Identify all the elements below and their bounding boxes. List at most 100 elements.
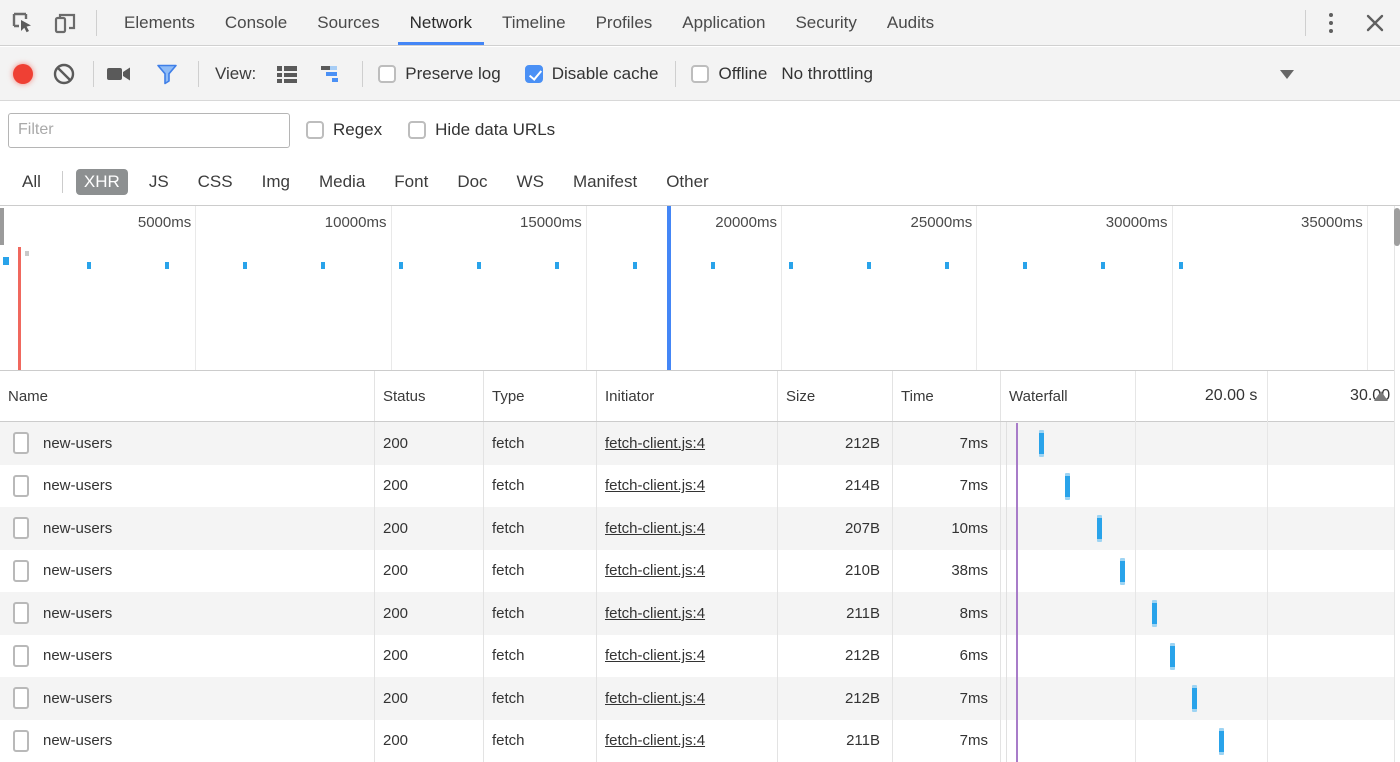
tab-audits[interactable]: Audits (872, 0, 949, 45)
overview-gridline (195, 206, 196, 370)
size-value: 212B (845, 435, 880, 452)
inspect-element-icon[interactable] (6, 6, 40, 40)
table-row[interactable]: new-users200fetchfetch-client.js:4214B7m… (0, 465, 1400, 508)
waterfall-gridline (1135, 371, 1136, 762)
type-filter-css[interactable]: CSS (190, 169, 241, 195)
close-icon[interactable] (1358, 6, 1392, 40)
time-value: 6ms (960, 647, 988, 664)
time-value: 10ms (951, 520, 988, 537)
tab-application[interactable]: Application (667, 0, 780, 45)
clear-icon[interactable] (47, 57, 81, 91)
table-row[interactable]: new-users200fetchfetch-client.js:4212B7m… (0, 422, 1400, 465)
sort-ascending-icon (1374, 391, 1388, 401)
tab-timeline[interactable]: Timeline (487, 0, 581, 45)
tab-profiles[interactable]: Profiles (581, 0, 668, 45)
table-row[interactable]: new-users200fetchfetch-client.js:4210B38… (0, 550, 1400, 593)
table-row[interactable]: new-users200fetchfetch-client.js:4211B7m… (0, 720, 1400, 762)
table-row[interactable]: new-users200fetchfetch-client.js:4212B7m… (0, 677, 1400, 720)
tab-console[interactable]: Console (210, 0, 302, 45)
offline-checkbox[interactable] (691, 65, 709, 83)
clear-icon-svg (52, 62, 76, 86)
timeline-overview[interactable]: 5000ms10000ms15000ms20000ms25000ms30000m… (0, 206, 1400, 371)
tab-security[interactable]: Security (780, 0, 871, 45)
cell-waterfall (1001, 592, 1400, 635)
requests-table: NameStatusTypeInitiatorSize Time Waterfall… (0, 371, 1400, 762)
overview-tick-label: 5000ms (138, 214, 191, 231)
cell-size: 212B (778, 635, 893, 678)
regex-checkbox[interactable] (306, 121, 324, 139)
view-waterfall-icon[interactable] (316, 57, 350, 91)
disable-cache-toggle[interactable]: Disable cache (525, 64, 659, 84)
table-header: NameStatusTypeInitiatorSize Time Waterfall… (0, 371, 1400, 422)
scrollbar-track[interactable] (1394, 206, 1400, 762)
preserve-log-checkbox[interactable] (378, 65, 396, 83)
initiator-link[interactable]: fetch-client.js:4 (605, 732, 705, 749)
overview-request-dot (1023, 262, 1027, 269)
table-row[interactable]: new-users200fetchfetch-client.js:4212B6m… (0, 635, 1400, 678)
time-value: 7ms (960, 477, 988, 494)
initiator-link[interactable]: fetch-client.js:4 (605, 690, 705, 707)
overview-gridline (1367, 206, 1368, 370)
tab-network[interactable]: Network (395, 0, 487, 45)
type-filter-all[interactable]: All (14, 169, 49, 195)
cell-name: new-users (0, 592, 375, 635)
waterfall-axis-label: 20.00 s (1205, 371, 1257, 421)
filter-funnel-icon[interactable] (150, 57, 184, 91)
cell-type: fetch (484, 635, 597, 678)
column-header-size[interactable]: Size (778, 371, 893, 421)
type-filter-img[interactable]: Img (254, 169, 298, 195)
type-value: fetch (492, 732, 525, 749)
waterfall-bar (1065, 473, 1070, 500)
type-filter-doc[interactable]: Doc (449, 169, 495, 195)
inspect-element-icon-svg (10, 10, 36, 36)
preserve-log-toggle[interactable]: Preserve log (378, 64, 500, 84)
scrollbar-thumb[interactable] (1394, 208, 1400, 246)
overview-gridline (391, 206, 392, 370)
overview-left-handle[interactable] (0, 208, 4, 245)
hide-data-urls-checkbox[interactable] (408, 121, 426, 139)
initiator-link[interactable]: fetch-client.js:4 (605, 605, 705, 622)
initiator-link[interactable]: fetch-client.js:4 (605, 435, 705, 452)
type-filter-other[interactable]: Other (658, 169, 717, 195)
column-header-time[interactable]: Time (893, 371, 1001, 421)
status-value: 200 (383, 562, 408, 579)
waterfall-bar (1170, 643, 1175, 670)
more-options-icon[interactable] (1314, 6, 1348, 40)
regex-toggle[interactable]: Regex (306, 120, 382, 140)
time-value: 38ms (951, 562, 988, 579)
view-list-icon[interactable] (270, 57, 304, 91)
type-filter-manifest[interactable]: Manifest (565, 169, 645, 195)
waterfall-bar (1192, 685, 1197, 712)
device-toolbar-icon[interactable] (48, 6, 82, 40)
type-filter-ws[interactable]: WS (509, 169, 552, 195)
initiator-link[interactable]: fetch-client.js:4 (605, 647, 705, 664)
throttling-caret-icon[interactable] (1280, 70, 1294, 79)
close-icon-svg (1365, 13, 1385, 33)
table-row[interactable]: new-users200fetchfetch-client.js:4211B8m… (0, 592, 1400, 635)
tab-elements[interactable]: Elements (109, 0, 210, 45)
capture-screenshots-icon[interactable] (102, 57, 136, 91)
type-filter-font[interactable]: Font (386, 169, 436, 195)
column-header-initiator[interactable]: Initiator (597, 371, 778, 421)
disable-cache-checkbox[interactable] (525, 65, 543, 83)
column-header-status[interactable]: Status (375, 371, 484, 421)
tab-sources[interactable]: Sources (302, 0, 394, 45)
column-header-label: Time (901, 388, 934, 405)
column-header-waterfall[interactable]: Waterfall20.00 s30.00 (1001, 371, 1400, 421)
initiator-link[interactable]: fetch-client.js:4 (605, 477, 705, 494)
filter-input[interactable] (8, 113, 290, 148)
initiator-link[interactable]: fetch-client.js:4 (605, 562, 705, 579)
type-filter-xhr[interactable]: XHR (76, 169, 128, 195)
type-filter-media[interactable]: Media (311, 169, 373, 195)
type-filter-js[interactable]: JS (141, 169, 177, 195)
initiator-link[interactable]: fetch-client.js:4 (605, 520, 705, 537)
column-header-name[interactable]: Name (0, 371, 375, 421)
column-header-type[interactable]: Type (484, 371, 597, 421)
table-row[interactable]: new-users200fetchfetch-client.js:4207B10… (0, 507, 1400, 550)
offline-toggle[interactable]: Offline (691, 64, 767, 84)
status-value: 200 (383, 435, 408, 452)
resource-type-filters: All XHR JS CSS Img Media Font Doc WS Manifest Othe… (0, 158, 1400, 206)
hide-data-urls-toggle[interactable]: Hide data URLs (408, 120, 555, 140)
record-button[interactable] (13, 64, 33, 84)
throttling-select[interactable]: No throttling (781, 64, 873, 84)
